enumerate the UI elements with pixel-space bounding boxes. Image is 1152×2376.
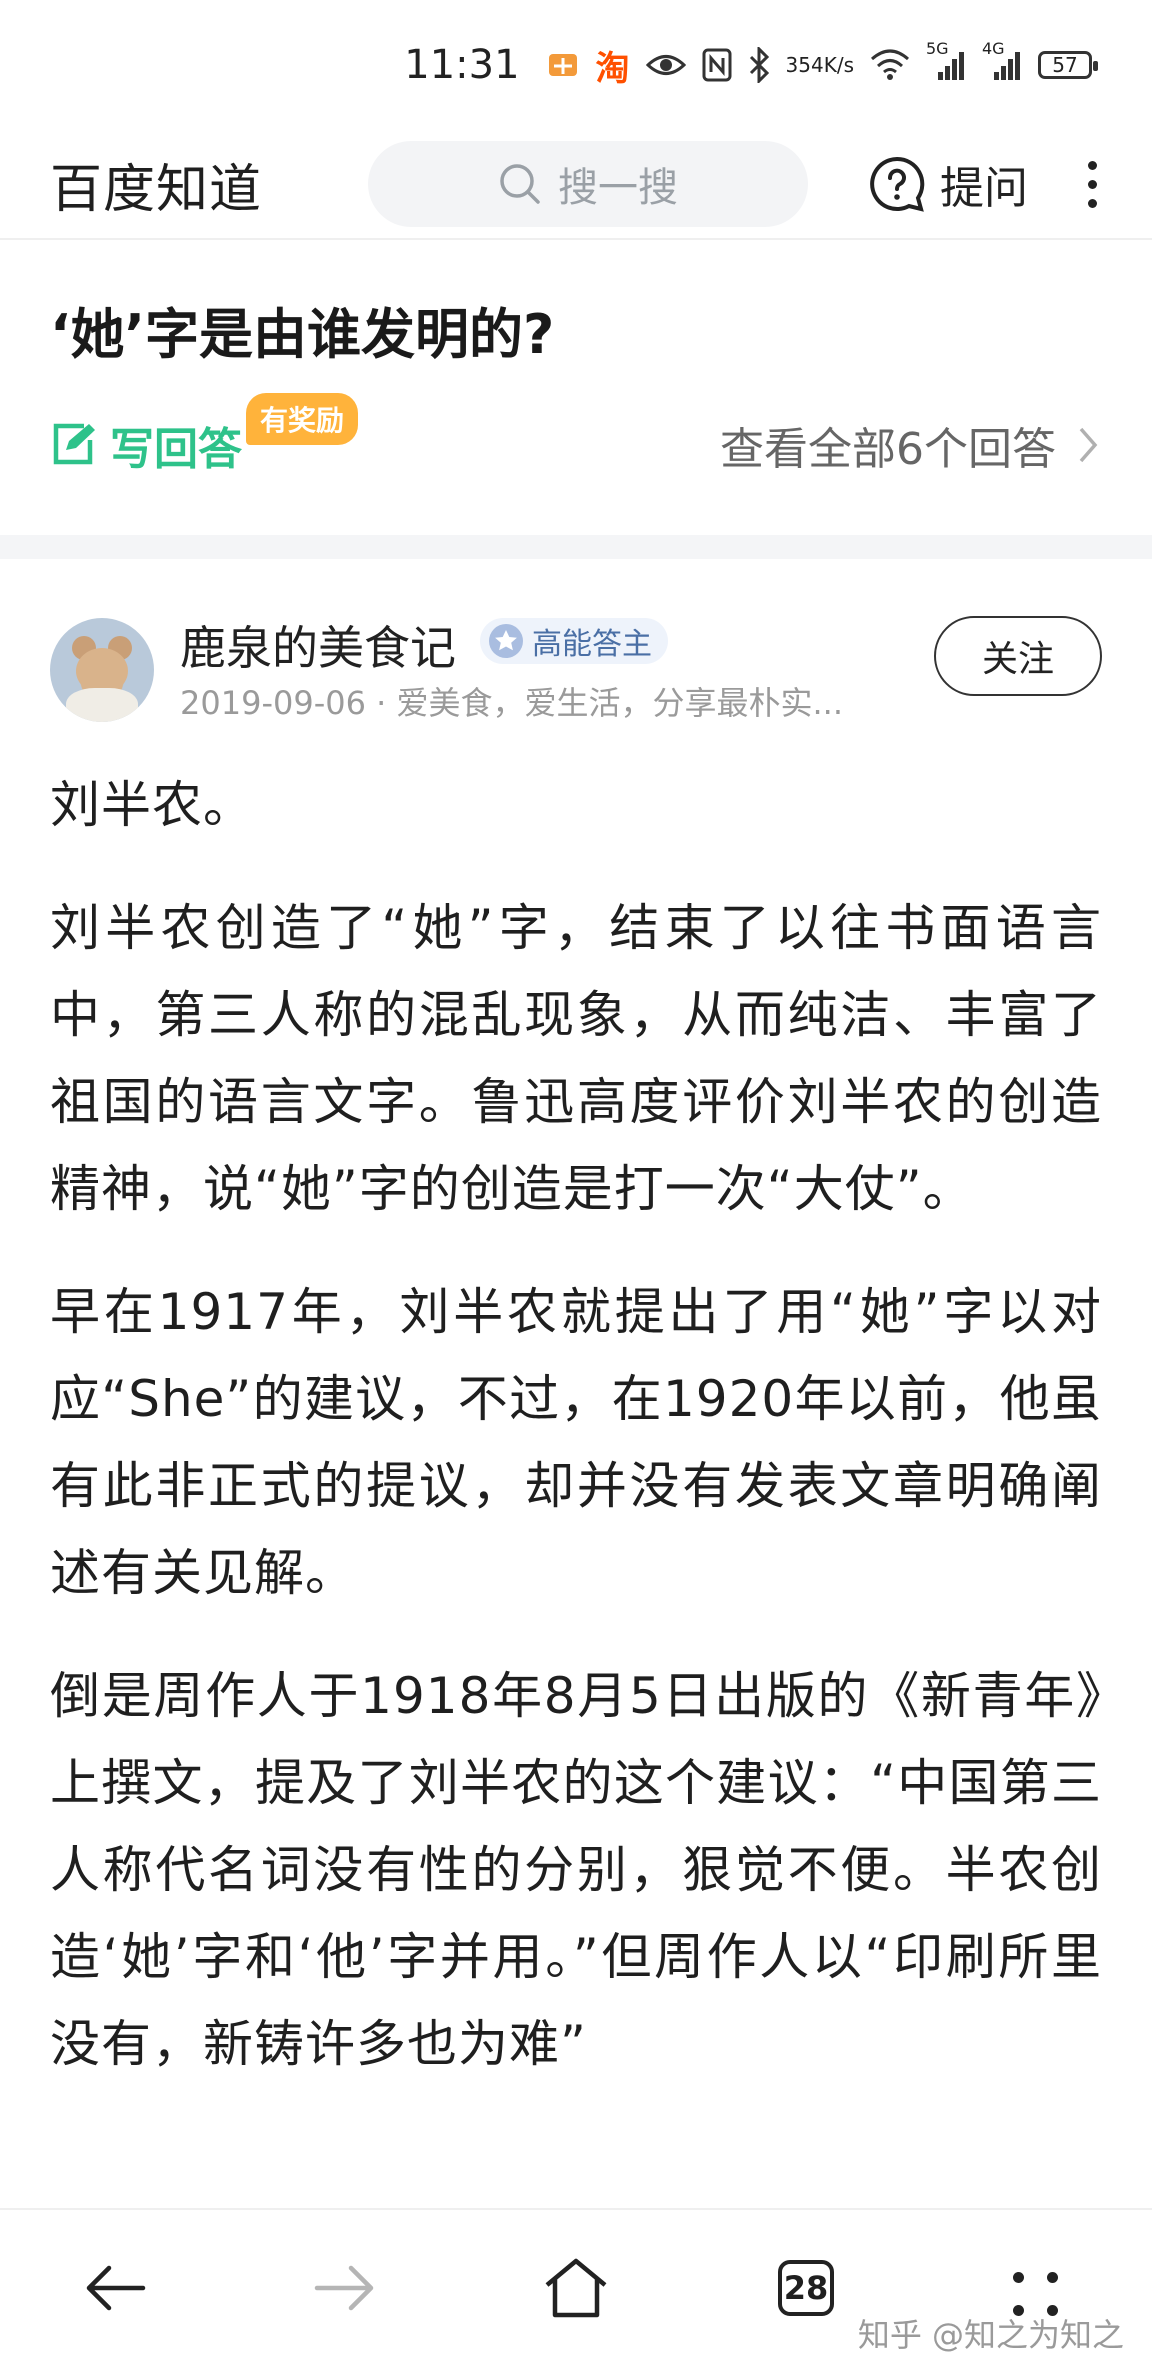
signal-icon-1: 5G — [926, 39, 966, 87]
home-button[interactable] — [536, 2248, 616, 2328]
bottom-navigation: 28 知乎 @知之为知之 — [0, 2208, 1152, 2376]
answer-paragraph: 刘半农。 — [50, 776, 254, 834]
answer-author: 鹿泉的美食记 高能答主 2019-09-06 · 爱美食，爱生活，分享最朴实..… — [50, 612, 1102, 722]
wifi-icon — [870, 43, 910, 87]
page: 11:31 淘 354 K/s 5G 4G 57 百度知道 搜一搜 提问 ‘她’… — [0, 0, 1152, 2376]
author-name[interactable]: 鹿泉的美食记 — [180, 612, 456, 678]
expert-badge: 高能答主 — [480, 618, 668, 664]
more-dot-icon — [1087, 198, 1097, 208]
chevron-right-icon — [1079, 427, 1098, 463]
app-header: 百度知道 搜一搜 提问 — [0, 130, 1152, 238]
search-placeholder: 搜一搜 — [558, 165, 678, 211]
edit-icon — [53, 423, 95, 465]
answer-paragraph: 早在1917年，刘半农就提出了用“她”字以对应“She”的建议，不过，在1920… — [50, 1283, 1102, 1602]
follow-button[interactable]: 关注 — [934, 616, 1102, 696]
badge-label: 高能答主 — [532, 627, 652, 662]
question-actions: 写回答 有奖励 查看全部6个回答 — [50, 393, 1102, 485]
app-notification-icon — [546, 43, 580, 87]
status-time: 11:31 — [404, 42, 520, 88]
tabs-count: 28 — [778, 2260, 834, 2316]
nfc-icon — [702, 43, 732, 87]
write-answer-label: 写回答 — [110, 424, 242, 475]
question-title: ‘她’字是由谁发明的? — [50, 303, 555, 366]
ask-question-button[interactable]: 提问 — [868, 152, 1028, 216]
bluetooth-icon — [748, 43, 770, 87]
author-meta: 2019-09-06 · 爱美食，爱生活，分享最朴实... — [180, 684, 844, 722]
view-all-label: 查看全部6个回答 — [720, 424, 1056, 475]
status-bar: 11:31 淘 354 K/s 5G 4G 57 — [0, 0, 1152, 130]
forward-button[interactable] — [304, 2248, 384, 2328]
search-box[interactable]: 搜一搜 — [368, 141, 808, 227]
arrow-left-icon — [86, 2265, 146, 2311]
question-bubble-icon — [870, 156, 925, 212]
taobao-icon: 淘 — [595, 48, 630, 89]
network-speed: 354 K/s — [785, 53, 854, 77]
arrow-right-icon — [314, 2265, 374, 2311]
tabs-button[interactable]: 28 — [766, 2248, 846, 2328]
more-menu-button[interactable] — [1082, 160, 1102, 208]
more-dot-icon — [1087, 179, 1097, 189]
answer-content: 刘半农。 刘半农创造了“她”字，结束了以往书面语言中，第三人称的混乱现象，从而纯… — [50, 762, 1102, 2124]
search-icon — [500, 164, 540, 204]
brand-title: 百度知道 — [50, 159, 263, 220]
view-all-answers-link[interactable]: 查看全部6个回答 — [720, 413, 1102, 477]
home-icon — [545, 2258, 607, 2318]
back-button[interactable] — [76, 2248, 156, 2328]
signal-icon-2: 4G — [982, 39, 1022, 87]
header-divider — [0, 238, 1152, 240]
answer-paragraph: 倒是周作人于1918年8月5日出版的《新青年》上撰文，提及了刘半农的这个建议：“… — [50, 1667, 1102, 2073]
watermark: 知乎 @知之为知之 — [857, 2316, 1124, 2354]
battery-indicator: 57 — [1038, 51, 1098, 79]
star-medal-icon — [489, 624, 523, 658]
ask-label: 提问 — [940, 163, 1028, 214]
write-answer-button[interactable]: 写回答 — [50, 413, 242, 477]
section-separator — [0, 535, 1152, 559]
eye-icon — [645, 43, 686, 87]
answer-paragraph: 刘半农创造了“她”字，结束了以往书面语言中，第三人称的混乱现象，从而纯洁、丰富了… — [50, 899, 1102, 1218]
more-dot-icon — [1087, 160, 1097, 170]
avatar[interactable] — [50, 618, 154, 722]
reward-badge: 有奖励 — [246, 393, 359, 445]
